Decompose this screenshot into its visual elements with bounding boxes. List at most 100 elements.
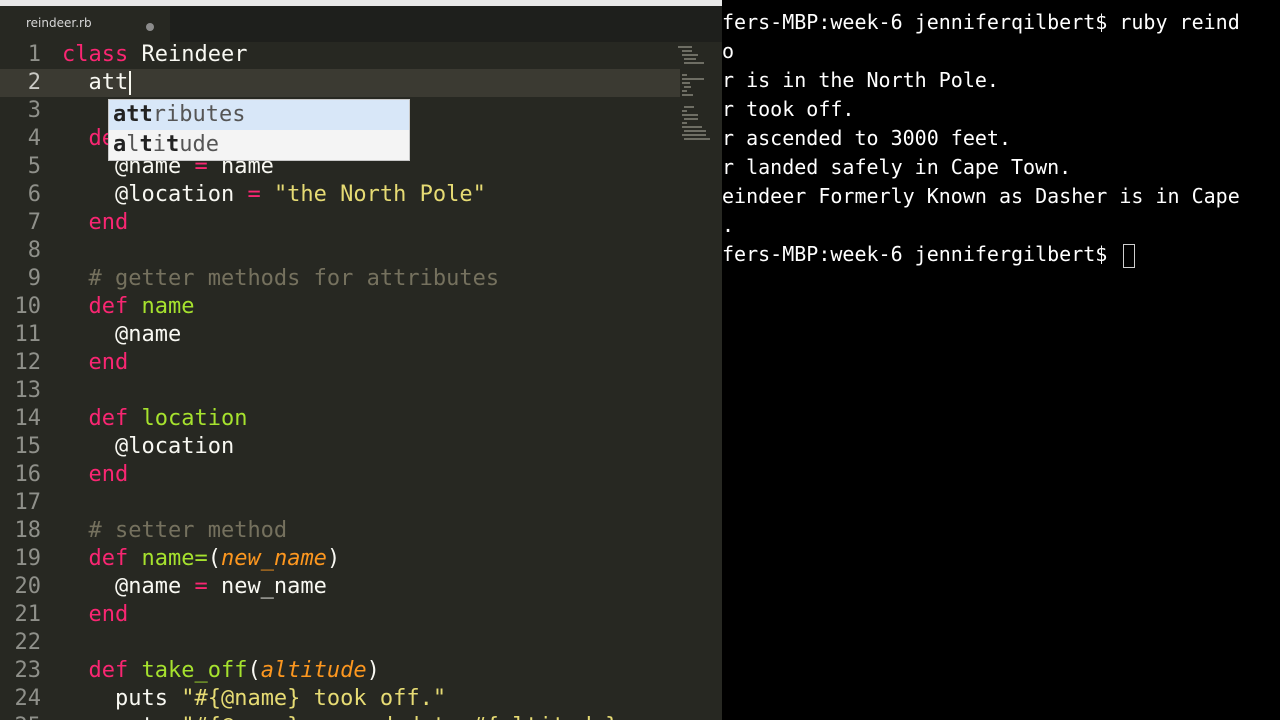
- terminal-text: eindeer Formerly Known as Dasher is in C…: [722, 184, 1240, 208]
- code-token: ): [366, 658, 380, 683]
- code-line[interactable]: 22: [0, 629, 680, 657]
- line-number: 22: [14, 630, 42, 655]
- code-line[interactable]: 23 def take_off(altitude): [0, 657, 680, 685]
- line-number: 19: [14, 546, 42, 571]
- line-number: 1: [27, 42, 41, 67]
- minimap-line: [684, 58, 696, 60]
- line-number: 7: [27, 210, 41, 235]
- minimap-line: [682, 50, 692, 52]
- code-token: altitude: [260, 658, 367, 683]
- code-token: (: [247, 658, 261, 683]
- terminal-line: fers-MBP:week-6 jennifergilbert$: [722, 240, 1136, 269]
- minimap-line: [682, 122, 687, 124]
- code-line[interactable]: 9 # getter methods for attributes: [0, 265, 680, 293]
- line-number: 4: [27, 126, 41, 151]
- autocomplete-item[interactable]: attributes: [109, 100, 409, 130]
- code-token: new_name: [220, 546, 327, 571]
- line-source: end: [62, 601, 129, 629]
- unsaved-dot-icon[interactable]: [146, 23, 154, 31]
- terminal-line: r took off.: [722, 95, 854, 124]
- code-line[interactable]: 14 def location: [0, 405, 680, 433]
- minimap-line: [682, 82, 690, 84]
- code-line[interactable]: 8: [0, 237, 680, 265]
- minimap-line: [682, 78, 704, 80]
- autocomplete-text-part: a: [113, 132, 127, 157]
- minimap-line: [682, 110, 687, 112]
- minimap-line: [684, 106, 694, 108]
- line-source: class Reindeer: [62, 41, 247, 69]
- terminal-pane[interactable]: fers-MBP:week-6 jenniferqilbert$ ruby re…: [722, 0, 1280, 720]
- terminal-line: fers-MBP:week-6 jenniferqilbert$ ruby re…: [722, 8, 1240, 37]
- line-number: 25: [0, 713, 42, 720]
- code-line[interactable]: 19 def name=(new_name): [0, 545, 680, 573]
- line-source: @location: [62, 433, 234, 461]
- autocomplete-item[interactable]: altitude: [109, 130, 409, 160]
- terminal-line: o: [722, 37, 734, 66]
- line-number: 20: [14, 574, 42, 599]
- code-token: puts: [62, 714, 181, 720]
- line-number: 8: [27, 238, 41, 263]
- tab-reindeer-rb[interactable]: reindeer.rb: [0, 6, 170, 42]
- code-token: # getter methods for attributes: [88, 266, 500, 291]
- line-number: 2: [27, 70, 41, 95]
- autocomplete-text-part: ude: [179, 132, 219, 157]
- minimap-line: [682, 74, 687, 76]
- tab-bar: reindeer.rb: [0, 0, 722, 42]
- line-number: 16: [14, 462, 42, 487]
- autocomplete-item-label: altitude: [113, 130, 219, 160]
- code-line[interactable]: 13: [0, 377, 680, 405]
- terminal-text: r is in the North Pole.: [722, 68, 999, 92]
- code-line[interactable]: 25 puts "#{@name} ascended to #{altitude…: [0, 713, 680, 720]
- code-line[interactable]: 12 end: [0, 349, 680, 377]
- code-line[interactable]: 24 puts "#{@name} took off.": [0, 685, 680, 713]
- code-line[interactable]: 1 class Reindeer: [0, 41, 680, 69]
- autocomplete-popup[interactable]: attributes altitude: [108, 99, 410, 161]
- code-line[interactable]: 11 @name: [0, 321, 680, 349]
- code-token: ): [326, 546, 341, 571]
- line-source: # setter method: [62, 517, 288, 545]
- minimap-line: [684, 138, 710, 140]
- autocomplete-text-part: t: [166, 132, 180, 157]
- line-number: 12: [14, 350, 42, 375]
- autocomplete-text-part: i: [152, 132, 166, 157]
- line-source: puts "#{@name} took off.": [62, 685, 446, 713]
- minimap-line: [682, 114, 698, 116]
- code-line[interactable]: 21 end: [0, 601, 680, 629]
- code-token: (: [207, 546, 221, 571]
- code-editor[interactable]: reindeer.rb 1 class Reindeer 2 att 3 4 de 5 @…: [0, 0, 722, 720]
- code-line[interactable]: 7 end: [0, 209, 680, 237]
- code-line[interactable]: 10 def name: [0, 293, 680, 321]
- code-line[interactable]: 6 @location = "the North Pole": [0, 181, 680, 209]
- code-line[interactable]: 18 # setter method: [0, 517, 680, 545]
- code-line[interactable]: 15 @location: [0, 433, 680, 461]
- code-token: def: [88, 406, 142, 431]
- code-line[interactable]: 2 att: [0, 69, 680, 97]
- code-token: location: [141, 406, 248, 431]
- autocomplete-rest: ributes: [152, 102, 246, 127]
- code-token: @location: [62, 182, 248, 207]
- code-line[interactable]: 20 @name = new_name: [0, 573, 680, 601]
- code-token: def: [88, 658, 142, 683]
- code-line[interactable]: 16 end: [0, 461, 680, 489]
- minimap-line: [682, 90, 687, 92]
- line-source: @location = "the North Pole": [62, 181, 486, 209]
- line-number: 15: [14, 434, 42, 459]
- line-source: def name: [62, 293, 195, 321]
- line-number: 21: [14, 602, 42, 627]
- code-token: end: [88, 462, 129, 487]
- minimap[interactable]: [678, 42, 722, 172]
- autocomplete-text-part: l: [126, 132, 140, 157]
- code-token: take_off: [141, 658, 248, 683]
- code-token: @name: [62, 574, 195, 599]
- code-line[interactable]: 17: [0, 489, 680, 517]
- line-number: 6: [27, 182, 41, 207]
- text-cursor: [129, 71, 132, 95]
- code-token: "the North Pole": [273, 182, 486, 207]
